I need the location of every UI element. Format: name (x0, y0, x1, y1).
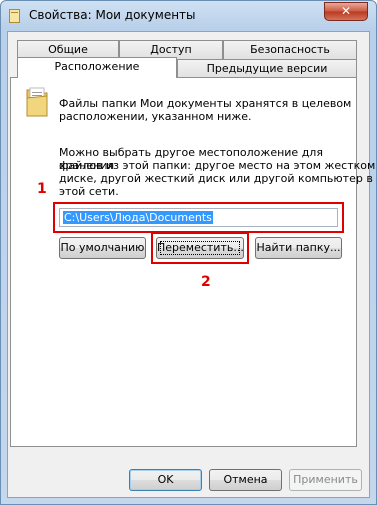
tab-label: Безопасность (250, 43, 330, 56)
properties-window: Свойства: Мои документы ✕ Общие Доступ Б… (0, 0, 377, 505)
annotation-marker-2: 2 (201, 274, 211, 290)
button-label: OK (157, 473, 174, 486)
path-value: C:\Users\Люда\Documents (63, 211, 213, 224)
close-icon: ✕ (340, 4, 352, 18)
button-label: По умолчанию (60, 241, 145, 254)
info-text-line1: Файлы папки Мои документы хранятся в цел… (59, 97, 352, 110)
tab-security[interactable]: Безопасность (223, 40, 357, 59)
tab-location[interactable]: Расположение (17, 57, 177, 78)
title-bar[interactable]: Свойства: Мои документы ✕ (1, 1, 376, 31)
tab-label: Доступ (150, 43, 192, 56)
button-label: Переместить... (157, 241, 244, 254)
ok-button[interactable]: OK (129, 469, 202, 491)
annotation-marker-1: 1 (37, 181, 47, 197)
apply-button[interactable]: Применить (289, 469, 362, 491)
button-label: Отмена (223, 473, 268, 486)
target-path-input[interactable]: C:\Users\Люда\Documents (59, 208, 338, 227)
button-label: Найти папку... (256, 241, 341, 254)
tab-label: Предыдущие версии (206, 62, 328, 75)
desc-text-line4: этой сети. (59, 185, 119, 198)
documents-folder-icon (26, 87, 48, 117)
info-text-line2: расположении, указанном ниже. (59, 110, 252, 123)
tab-label: Общие (48, 43, 88, 56)
find-folder-button[interactable]: Найти папку... (255, 237, 342, 259)
tab-label: Расположение (54, 60, 140, 73)
cancel-button[interactable]: Отмена (209, 469, 282, 491)
location-panel (10, 77, 357, 447)
close-button[interactable]: ✕ (324, 2, 368, 21)
restore-default-button[interactable]: По умолчанию (59, 237, 146, 259)
desc-text-line3: диске, другой жесткий диск или другой ко… (59, 172, 373, 185)
desc-text-line2: файлов из этой папки: другое место на эт… (59, 159, 376, 172)
tab-previous-versions[interactable]: Предыдущие версии (177, 59, 357, 78)
folder-properties-icon (9, 9, 20, 23)
move-button[interactable]: Переместить... (156, 237, 244, 259)
window-title: Свойства: Мои документы (29, 8, 196, 22)
button-label: Применить (293, 473, 358, 486)
